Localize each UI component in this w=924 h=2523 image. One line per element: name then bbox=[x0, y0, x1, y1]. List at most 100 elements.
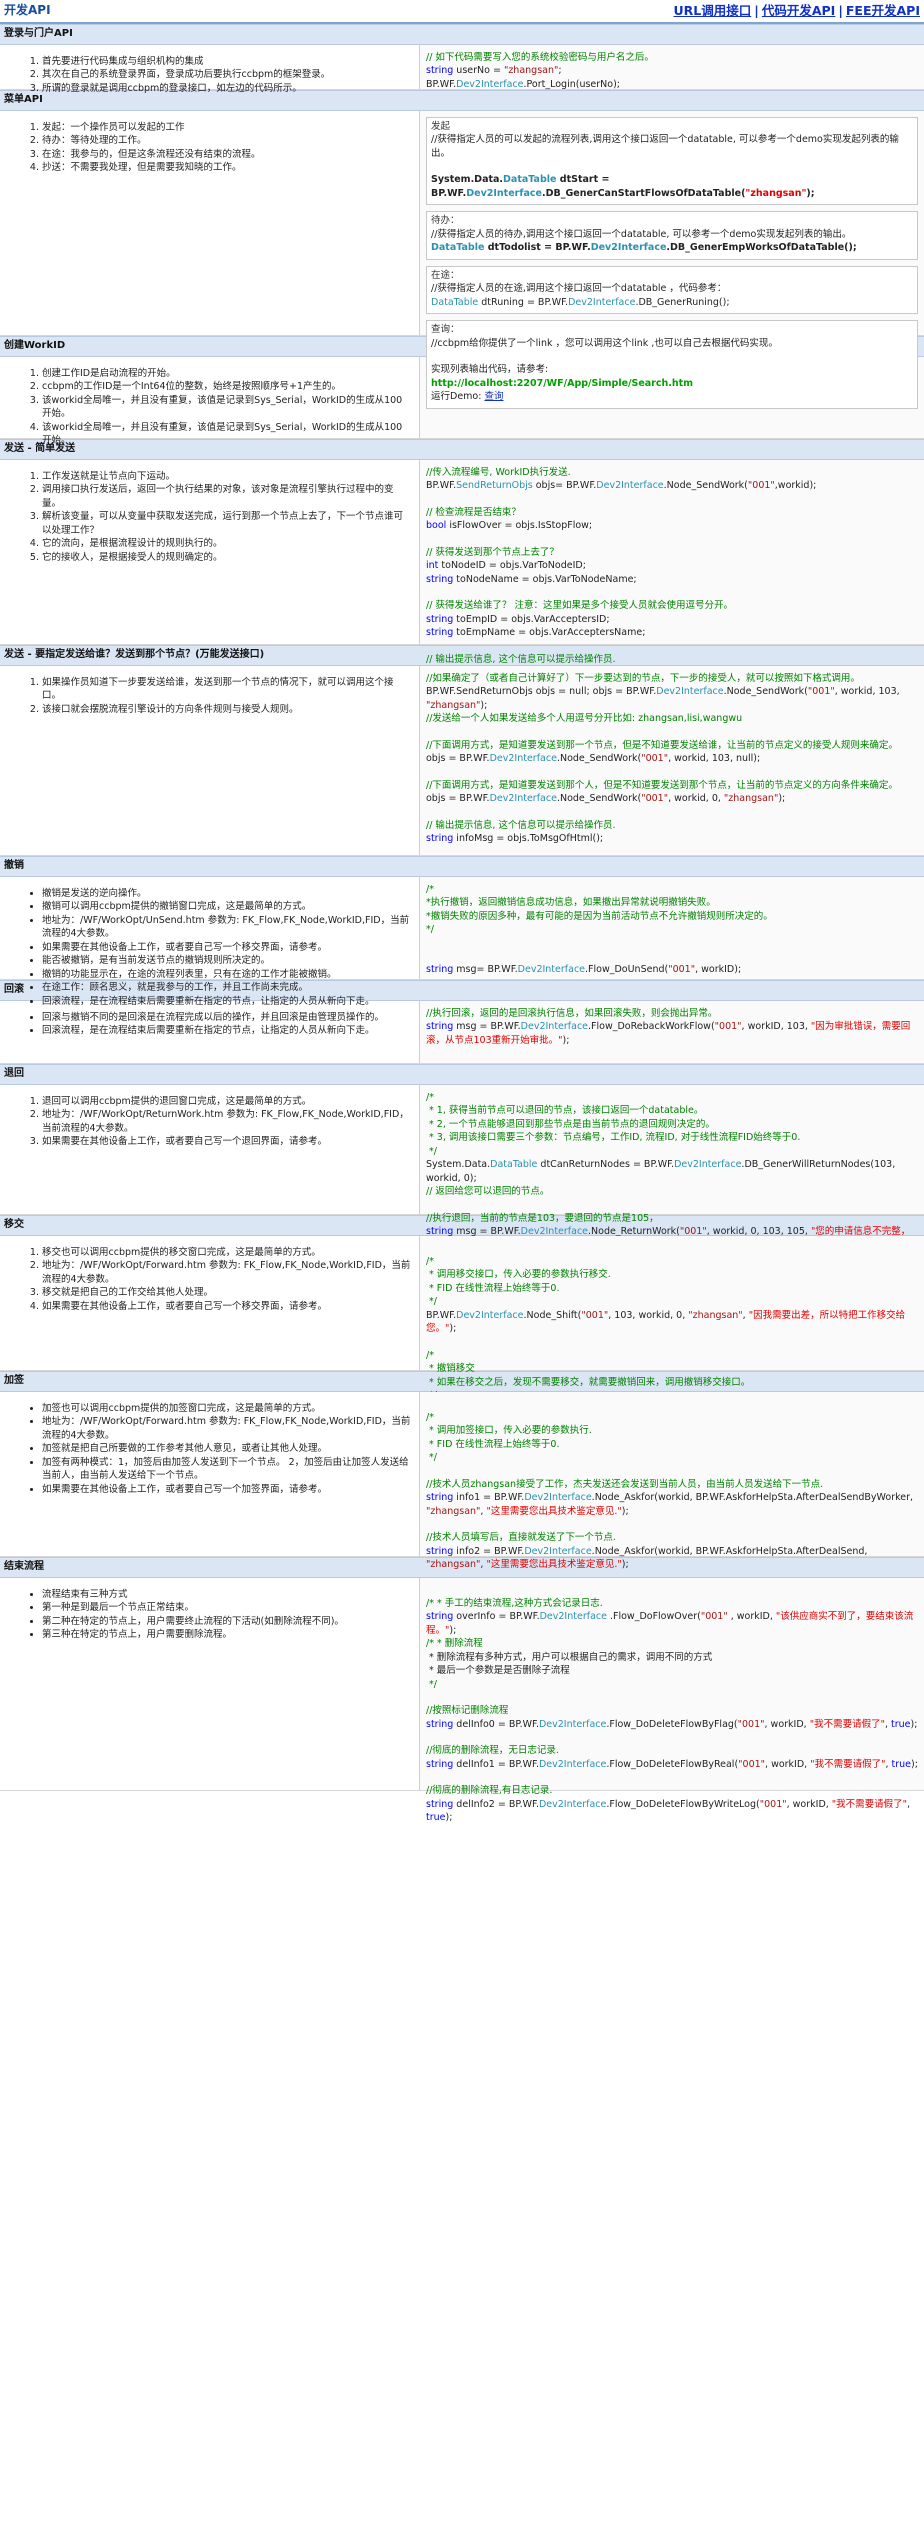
code-token: , workID, bbox=[764, 1718, 810, 1730]
code-token: // 如下代码需要写入您的系统校验密码与用户名之后。 bbox=[426, 52, 654, 63]
code-line: */ bbox=[426, 1145, 918, 1158]
code-line: */ bbox=[426, 1295, 918, 1308]
code-token: delInfo2 = BP.WF. bbox=[453, 1798, 539, 1810]
code-line: // 获得发送给谁了？ 注意：这里如果是多个接受人员就会使用逗号分开。 bbox=[426, 599, 918, 612]
section-body: 移交也可以调用ccbpm提供的移交窗口完成，这是最简单的方式。地址为：/WF/W… bbox=[0, 1236, 924, 1415]
code-token: // 输出提示信息, 这个信息可以提示给操作员. bbox=[426, 819, 616, 831]
code-line: string msg= BP.WF.Dev2Interface.Flow_DoU… bbox=[426, 963, 918, 976]
code-token: , workID, bbox=[765, 1758, 811, 1770]
list-item: 如果操作员知道下一步要发送给谁，发送到那一个节点的情况下，就可以调用这个接口。 bbox=[42, 676, 411, 703]
code-token: System.Data. bbox=[431, 174, 504, 186]
description-list: 撤销是发送的逆向操作。撤销可以调用ccbpm提供的撤销窗口完成，这是最简单的方式… bbox=[20, 887, 411, 1008]
link-url-api[interactable]: URL调用接口 bbox=[673, 3, 751, 18]
list-item: 地址为：/WF/WorkOpt/Forward.htm 参数为: FK_Flow… bbox=[42, 1415, 411, 1442]
code-token: , workID, 103, bbox=[741, 1021, 811, 1033]
list-item: 该workid全局唯一，并且没有重复，该值是记录到Sys_Serial，Work… bbox=[42, 421, 411, 448]
code-line: * 最后一个参数是是否删除子流程 bbox=[426, 1664, 918, 1677]
code-token: * FID 在线性流程上始终等于0. bbox=[426, 1438, 560, 1450]
code-token: toEmpID = objs.VarAcceptersID; bbox=[453, 613, 610, 625]
description-list: 移交也可以调用ccbpm提供的移交窗口完成，这是最简单的方式。地址为：/WF/W… bbox=[20, 1246, 411, 1313]
description-panel: 撤销是发送的逆向操作。撤销可以调用ccbpm提供的撤销窗口完成，这是最简单的方式… bbox=[0, 877, 420, 1007]
code-line: System.Data.DataTable dtStart = BP.WF.De… bbox=[431, 173, 913, 200]
code-line: objs = BP.WF.Dev2Interface.Node_SendWork… bbox=[426, 752, 918, 765]
section-body: 首先要进行代码集成与组织机构的集成其次在自己的系统登录界面，登录成功后要执行cc… bbox=[0, 45, 924, 94]
code-token: , workID, bbox=[727, 1611, 776, 1623]
description-panel: 流程结束有三种方式第一种是到最后一个节点正常结束。第二种在特定的节点上，用户需要… bbox=[0, 1578, 420, 1790]
code-token: "我不需要请假了" bbox=[810, 1758, 886, 1770]
code-line: string toEmpID = objs.VarAcceptersID; bbox=[426, 613, 918, 626]
code-token: string bbox=[426, 65, 454, 77]
list-item: 地址为：/WF/WorkOpt/Forward.htm 参数为: FK_Flow… bbox=[42, 1259, 411, 1286]
code-token: Dev2Interface bbox=[489, 793, 557, 805]
code-token: //发送给一个人如果发送给多个人用逗号分开比如: zhangsan,lisi,w… bbox=[426, 713, 743, 725]
description-panel: 移交也可以调用ccbpm提供的移交窗口完成，这是最简单的方式。地址为：/WF/W… bbox=[0, 1236, 420, 1370]
code-token: /* bbox=[426, 1412, 434, 1423]
code-token: .Node_SendWork( bbox=[556, 793, 642, 805]
code-line: * 3, 调用该接口需要三个参数：节点编号，工作ID, 流程ID, 对于线性流程… bbox=[426, 1131, 918, 1144]
description-panel: 首先要进行代码集成与组织机构的集成其次在自己的系统登录界面，登录成功后要执行cc… bbox=[0, 45, 420, 94]
description-list: 发起：一个操作员可以发起的工作待办：等待处理的工作。在途：我参与的，但是这条流程… bbox=[20, 121, 411, 175]
code-token: "001" bbox=[641, 793, 669, 805]
list-item: 移交也可以调用ccbpm提供的移交窗口完成，这是最简单的方式。 bbox=[42, 1246, 411, 1259]
code-line: //彻底的删除流程，无日志记录. bbox=[426, 1744, 918, 1757]
code-line: * 调用移交接口，传入必要的参数执行移交. bbox=[426, 1268, 918, 1281]
code-token: objs = BP.WF. bbox=[426, 753, 490, 765]
code-token: toNodeName = objs.VarToNodeName; bbox=[453, 573, 637, 585]
code-link[interactable]: http://localhost:2207/WF/App/Simple/Sear… bbox=[431, 378, 693, 389]
list-item: 它的接收人，是根据接受人的规则确定的。 bbox=[42, 551, 411, 564]
code-token: .Flow_DoDeleteFlowByReal( bbox=[606, 1758, 739, 1770]
code-line: string info2 = BP.WF.Dev2Interface.Node_… bbox=[426, 1545, 918, 1572]
code-token: ); bbox=[449, 1323, 457, 1335]
code-token: .Flow_DoFlowOver( bbox=[606, 1611, 701, 1623]
code-token: "001" bbox=[668, 963, 696, 975]
code-token: isFlowOver = objs.IsStopFlow; bbox=[446, 520, 593, 532]
code-token: "这里需要您出具技术鉴定意见." bbox=[486, 1505, 622, 1517]
code-token: int bbox=[426, 560, 439, 572]
code-line: BP.WF.Dev2Interface.Node_Shift("001", 10… bbox=[426, 1309, 918, 1336]
code-line: //执行退回，当前的节点是103，要退回的节点是105， bbox=[426, 1212, 918, 1225]
list-item: 发起：一个操作员可以发起的工作 bbox=[42, 121, 411, 134]
link-fee-api[interactable]: FEE开发API bbox=[846, 3, 920, 18]
list-item: 如果需要在其他设备上工作，或者要自己写一个退回界面，请参考。 bbox=[42, 1135, 411, 1148]
code-token: //技术人员填写后，直接就发送了下一个节点. bbox=[426, 1532, 616, 1544]
code-token: objs= BP.WF. bbox=[532, 480, 597, 492]
list-item: 地址为：/WF/WorkOpt/ReturnWork.htm 参数为: FK_F… bbox=[42, 1108, 411, 1135]
list-item: 能否被撤销，是有当前发送节点的撤销规则所决定的。 bbox=[42, 954, 411, 967]
code-line: string userNo = "zhangsan"; bbox=[426, 64, 918, 77]
description-panel: 创建工作ID是启动流程的开始。ccbpm的工作ID是一个Int64位的整数，始终… bbox=[0, 357, 420, 446]
code-line: 实现列表输出代码，请参考: bbox=[431, 363, 913, 376]
code-token: // 输出提示信息, 这个信息可以提示给操作员. bbox=[426, 653, 616, 665]
code-token: .DB_GenerEmpWorksOfDataTable(); bbox=[666, 242, 857, 254]
list-item: 第三种在特定的节点上，用户需要删除流程。 bbox=[42, 1628, 411, 1641]
code-panel: /* * 1, 获得当前节点可以退回的节点，该接口返回一个datatable。 … bbox=[420, 1085, 924, 1251]
code-line: //技术人员zhangsan接受了工作，杰夫发送还会发送到当前人员，由当前人员发… bbox=[426, 1478, 918, 1491]
link-code-api[interactable]: 代码开发API bbox=[762, 3, 836, 18]
code-token: */ bbox=[426, 1678, 437, 1690]
code-token: "zhangsan" bbox=[723, 793, 779, 805]
code-token: .Port_Login(userNo); bbox=[523, 78, 620, 90]
code-link[interactable]: 查询 bbox=[484, 391, 503, 402]
code-token: //获得指定人员的可以发起的流程列表,调用这个接口返回一个datatable, … bbox=[431, 134, 899, 159]
code-token: *执行撤销，返回撤销信息成功信息，如果撤出异常就说明撤销失败。 bbox=[426, 897, 716, 909]
code-token: * 最后一个参数是是否删除子流程 bbox=[426, 1665, 570, 1677]
list-item: 移交就是把自己的工作交给其他人处理。 bbox=[42, 1286, 411, 1299]
code-token: "001" bbox=[714, 1021, 742, 1033]
code-line: //发送给一个人如果发送给多个人用逗号分开比如: zhangsan,lisi,w… bbox=[426, 712, 918, 725]
code-token: // 获得发送给谁了？ 注意：这里如果是多个接受人员就会使用逗号分开。 bbox=[426, 600, 733, 612]
code-token: Dev2Interface bbox=[674, 1159, 742, 1171]
code-token: //执行退回，当前的节点是103，要退回的节点是105， bbox=[426, 1212, 659, 1224]
code-line: * 1, 获得当前节点可以退回的节点，该接口返回一个datatable。 bbox=[426, 1104, 918, 1117]
code-line: string toNodeName = objs.VarToNodeName; bbox=[426, 573, 918, 586]
list-item: 撤销的功能显示在，在途的流程列表里，只有在途的工作才能被撤销。 bbox=[42, 968, 411, 981]
code-line: */ bbox=[426, 1451, 918, 1464]
code-token: BP.WF.SendReturnObjs objs = null; objs =… bbox=[426, 686, 657, 698]
description-panel: 发起：一个操作员可以发起的工作待办：等待处理的工作。在途：我参与的，但是这条流程… bbox=[0, 111, 420, 335]
code-group-title: 待办： bbox=[431, 215, 460, 227]
code-panel: /* * 调用加签接口，传入必要的参数执行. * FID 在线性流程上始终等于0… bbox=[420, 1392, 924, 1624]
code-token: objs = BP.WF. bbox=[426, 793, 490, 805]
code-line: 运行Demo: 查询 bbox=[431, 390, 913, 403]
